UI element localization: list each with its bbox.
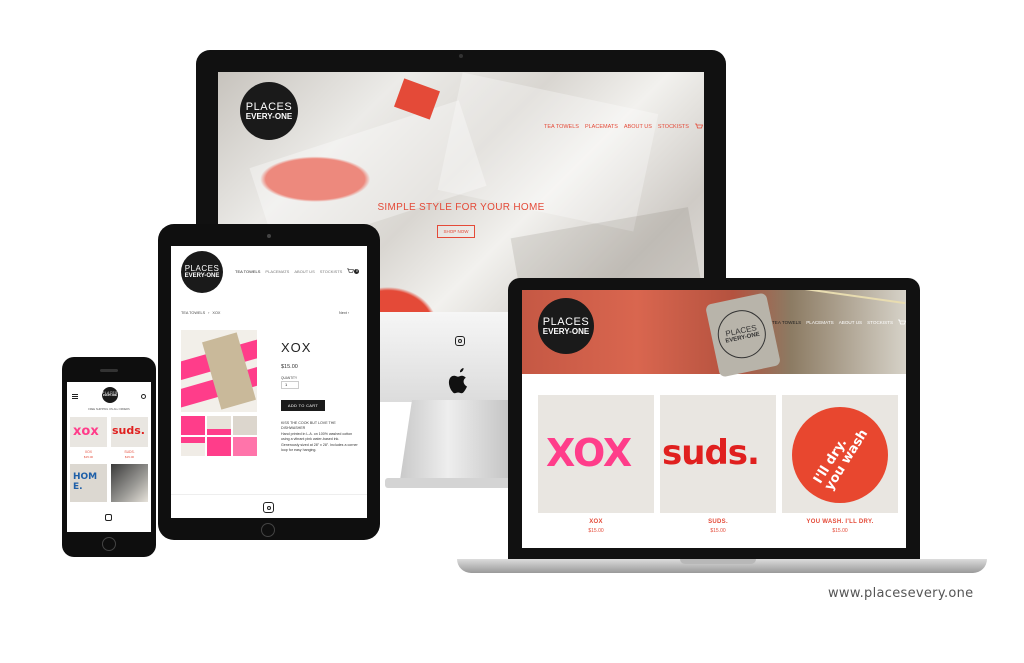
nav-about-us[interactable]: ABOUT US [624,124,652,130]
thumbnail[interactable] [181,416,205,435]
product-tile-xox[interactable]: XOX [538,395,654,513]
tablet-home-button[interactable] [261,523,275,537]
description-size: Generously sized at 28" x 28". Includes … [281,442,358,452]
add-to-cart-button[interactable]: ADD TO CART [281,400,325,411]
product-tile-you-wash[interactable]: I'll dry. you wash [782,395,898,513]
breadcrumb-tea-towels[interactable]: TEA TOWELS [181,311,205,315]
breadcrumb-xox: XOX [212,311,221,315]
product-tile-suds[interactable]: suds. [660,395,776,513]
shop-now-button[interactable]: SHOP NOW [437,225,475,238]
cart-icon[interactable]: 0 [898,319,906,326]
thumbnail[interactable] [233,437,257,456]
tag-logo: PLACES EVERY-ONE [713,305,771,363]
nav-tea-towels[interactable]: TEA TOWELS [544,124,579,130]
description-body: Hand printed in L.A. on 100% washed cott… [281,431,353,442]
laptop-nav: TEA TOWELS PLACEMATS ABOUT US STOCKISTS … [772,319,906,326]
instagram-icon[interactable] [105,514,112,521]
logo-line2: EVERY-ONE [245,111,293,121]
instagram-icon[interactable] [455,336,465,346]
product-description: KISS THE COOK BUT LOVE THE DISHWASHER Ha… [281,421,359,453]
product-name: XOX [84,450,93,454]
product-price: $15.00 [588,528,604,534]
laptop-notch [680,559,756,564]
phone-device: PLACES EVERY-ONE FREE SHIPPING ON ALL OR… [62,357,156,557]
hang-tag: PLACES EVERY-ONE [704,292,782,378]
breadcrumb: TEA TOWELS › XOX [181,311,221,315]
nav-stockists[interactable]: STOCKISTS [320,269,343,274]
nav-stockists[interactable]: STOCKISTS [867,320,893,325]
nav-stockists[interactable]: STOCKISTS [658,124,689,130]
product-price: $15.00 [832,528,848,534]
site-logo[interactable]: PLACES EVERY-ONE [102,387,118,403]
product-name: SUDS. [124,450,135,454]
product-name[interactable]: XOX [538,519,654,525]
nav-placemats[interactable]: PLACEMATS [265,269,289,274]
tablet-camera [267,234,271,238]
cart-icon[interactable]: 0 [694,123,704,130]
logo-line1: PLACES [542,315,590,328]
logo-line2: EVERY-ONE [184,273,220,279]
nav-about-us[interactable]: ABOUT US [294,269,314,274]
shipping-banner: FREE SHIPPING ON ALL ORDERS [88,408,130,411]
product-name[interactable]: SUDS. [660,519,776,525]
laptop-screen: PLACES EVERY-ONE PLACES EVERY-ONE TEA TO… [522,290,906,548]
product-tile-photo[interactable] [111,464,148,502]
laptop-device: PLACES EVERY-ONE PLACES EVERY-ONE TEA TO… [508,278,920,560]
monitor-stand [400,400,520,480]
next-link[interactable]: Next › [339,311,349,315]
instagram-icon[interactable] [263,502,274,513]
monitor-camera [459,54,463,58]
quantity-input[interactable]: 1 [281,381,299,389]
tile-word: suds. [662,433,760,473]
phone-speaker [100,369,118,372]
footer-divider [171,494,367,495]
tile-word: suds. [112,424,145,437]
site-logo[interactable]: PLACES EVERY-ONE [240,82,298,140]
thumbnail[interactable] [233,416,257,435]
tablet-screen: PLACES EVERY-ONE TEA TOWELS PLACEMATS AB… [171,246,367,518]
site-logo[interactable]: PLACES EVERY-ONE [538,298,594,354]
desktop-nav: TEA TOWELS PLACEMATS ABOUT US STOCKISTS … [544,123,704,130]
product-name[interactable]: YOU WASH. I'LL DRY. [782,519,898,525]
product-tile-home[interactable]: HOME. [70,464,107,502]
logo-line2: EVERY-ONE [103,394,117,398]
phone-home-button[interactable] [102,537,116,551]
tablet-nav: TEA TOWELS PLACEMATS ABOUT US STOCKISTS … [235,268,360,274]
phone-screen: PLACES EVERY-ONE FREE SHIPPING ON ALL OR… [67,382,151,532]
cart-count: 0 [354,268,360,274]
nav-tea-towels[interactable]: TEA TOWELS [235,269,260,274]
description-headline: KISS THE COOK BUT LOVE THE DISHWASHER [281,421,336,431]
product-tile-suds[interactable]: suds. [111,417,148,447]
thumbnail[interactable] [207,416,231,435]
tile-word: xox [73,424,99,439]
menu-icon[interactable] [72,394,78,399]
search-icon[interactable] [141,394,146,399]
logo-line1: PLACES [184,264,220,273]
quantity-label: QUANTITY [281,376,298,380]
nav-tea-towels[interactable]: TEA TOWELS [772,320,801,325]
site-logo[interactable]: PLACES EVERY-ONE [181,251,223,293]
hero-heading: SIMPLE STYLE FOR YOUR HOME [377,202,545,213]
cart-icon[interactable]: 0 [347,268,360,274]
product-main-image[interactable] [181,330,257,412]
logo-line1: PLACES [245,100,293,113]
tile-word: XOX [546,431,632,475]
nav-placemats[interactable]: PLACEMATS [806,320,833,325]
product-price: $15.00 [124,455,135,459]
nav-about-us[interactable]: ABOUT US [839,320,862,325]
nav-placemats[interactable]: PLACEMATS [585,124,618,130]
apple-logo-icon [447,368,471,394]
thumbnail[interactable] [207,437,231,456]
website-url[interactable]: www.placesevery.one [828,586,973,601]
logo-line2: EVERY-ONE [542,326,590,336]
product-title: XOX [281,340,312,355]
tablet-device: PLACES EVERY-ONE TEA TOWELS PLACEMATS AB… [158,224,380,540]
product-thumbnails [181,416,257,456]
thumbnail[interactable] [181,437,205,456]
product-tile-xox[interactable]: xox [70,417,107,447]
product-price: $15.00 [83,455,94,459]
tile-word: HOME. [73,472,98,492]
product-price: $15.00 [710,528,726,534]
product-price: $15.00 [281,364,298,370]
